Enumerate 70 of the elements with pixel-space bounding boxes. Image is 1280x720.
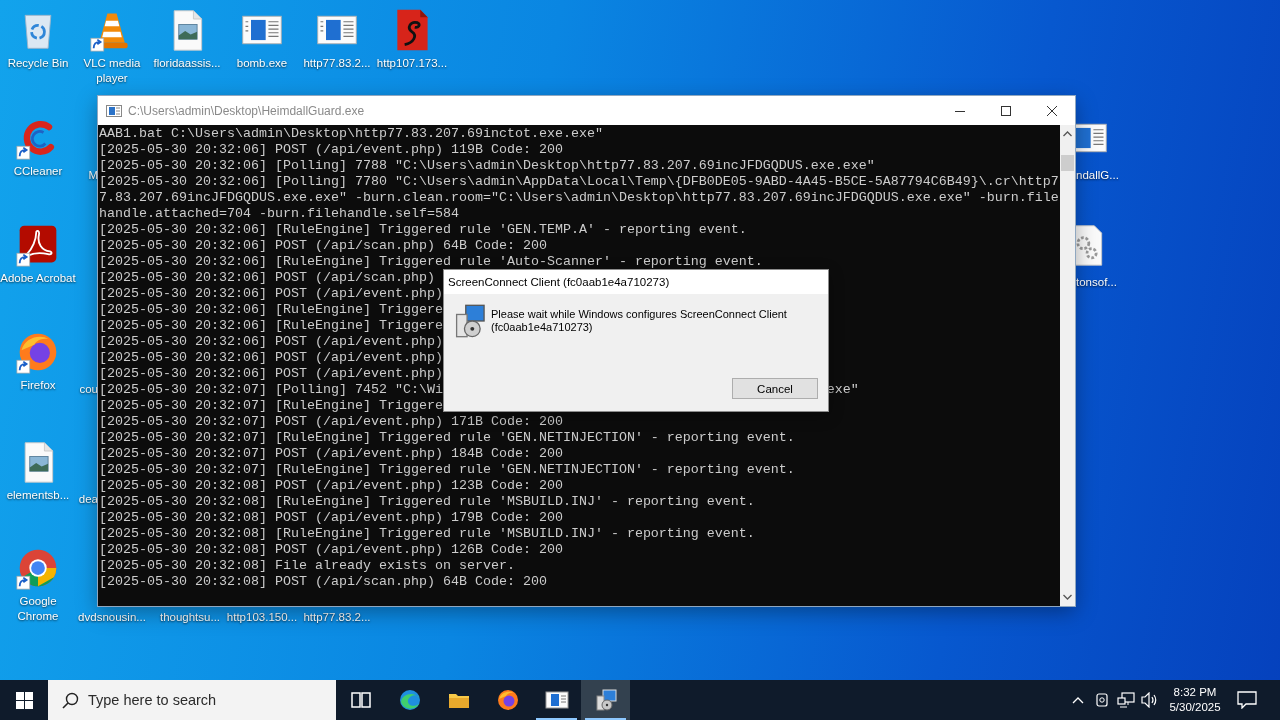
desktop-icon-label: http77.83.2... [303, 610, 371, 625]
desktop-icon-label: VLC media player [82, 56, 142, 86]
dialog-title: ScreenConnect Client (fc0aab1e4a710273) [444, 270, 828, 294]
cancel-button[interactable]: Cancel [732, 378, 818, 399]
app-window-icon [106, 102, 122, 119]
console-line: [2025-05-30 20:32:06] POST (/api/event.php) [99, 366, 443, 382]
console-line: [2025-05-30 20:32:06] POST (/api/event.php) [99, 286, 443, 302]
console-line: [2025-05-30 20:32:06] [RuleEngine] Triggered rule 'GEN.TEMP.A' - reporting event. [99, 222, 747, 238]
console-line: [2025-05-30 20:32:06] POST (/api/event.php) [99, 350, 443, 366]
console-line: [2025-05-30 20:32:08] File already exists on server. [99, 558, 515, 574]
desktop-icon-label: http77.83.2... [303, 56, 371, 71]
scroll-down-icon[interactable] [1063, 594, 1072, 600]
dialog-message: Please wait while Windows configures ScreenConnect Client (fc0aab1e4a710273) [491, 308, 788, 335]
browser-icon [397, 688, 422, 712]
console-line: AAB1.bat C:\Users\admin\Desktop\http77.83.207.69inctot.exe.exe" [99, 126, 603, 142]
console-line: [2025-05-30 20:32:06] POST (/api/event.php) [99, 334, 443, 350]
console-line: [2025-05-30 20:32:06] [RuleEngine] Triggere [99, 318, 443, 334]
windows-logo-icon [15, 691, 33, 709]
search-field[interactable]: Type here to search [48, 680, 336, 720]
installer-icon [593, 688, 618, 712]
desktop-icon-label: Google Chrome [16, 594, 60, 624]
desktop-icon-label: thoughtsu... [159, 610, 221, 625]
app-window-icon [544, 688, 569, 712]
desktop-icon-label: floridaassis... [153, 56, 221, 71]
console-line: [2025-05-30 20:32:06] POST (/api/scan.php) [99, 270, 435, 286]
desktop-icon-label: Firefox [20, 378, 56, 393]
console-line: [2025-05-30 20:32:06] [RuleEngine] Triggere [99, 302, 443, 318]
console-line: [2025-05-30 20:32:06] POST (/api/scan.php) 64B Code: 200 [99, 238, 547, 254]
desktop-icon-label: dea [78, 492, 98, 507]
desktop-icon-label: ndallG... [1076, 168, 1119, 183]
console-line: [2025-05-30 20:32:06] POST (/api/event.php) 119B Code: 200 [99, 142, 563, 158]
desktop-icon-label: Recycle Bin [7, 56, 69, 71]
console-line: [2025-05-30 20:32:06] [Polling] 7780 "C:\Users\admin\AppData\Local\Temp\{DFB0DE05-9ABD-4A45-B5CE-5A87794C6B49}\.cr\http7 [99, 174, 1059, 190]
console-line: [2025-05-30 20:32:06] [RuleEngine] Triggered rule 'Auto-Scanner' - reporting event. [99, 254, 763, 270]
console-line: [2025-05-30 20:32:08] [RuleEngine] Triggered rule 'MSBUILD.INJ' - reporting event. [99, 494, 755, 510]
installer-icon [455, 304, 487, 338]
console-line: [2025-05-30 20:32:07] [Polling] 7452 "C:\Wi [99, 382, 443, 398]
console-line: [2025-05-30 20:32:08] POST (/api/scan.php) 64B Code: 200 [99, 574, 547, 590]
scroll-thumb[interactable] [1061, 155, 1074, 171]
desktop-icon-label: Adobe Acrobat [0, 271, 76, 286]
scroll-up-icon[interactable] [1063, 131, 1072, 137]
console-line: [2025-05-30 20:32:07] [RuleEngine] Triggered rule 'GEN.NETINJECTION' - reporting event. [99, 462, 795, 478]
desktop-icon-label: tonsof... [1076, 275, 1117, 290]
close-icon [1047, 105, 1057, 116]
browser-icon [495, 688, 520, 712]
window-title: C:\Users\admin\Desktop\HeimdallGuard.exe [128, 103, 366, 118]
console-line: [2025-05-30 20:32:08] POST (/api/event.php) 123B Code: 200 [99, 478, 563, 494]
console-line: [2025-05-30 20:32:07] [RuleEngine] Triggere [99, 398, 443, 414]
desktop-icon-label: http107.173... [376, 56, 448, 71]
taskbar-installer-button[interactable] [581, 680, 630, 720]
desktop-icon-label: bomb.exe [236, 56, 288, 71]
console-line: handle.attached=704 -burn.filehandle.self=584 [99, 206, 459, 222]
desktop-icon-label: CCleaner [13, 164, 63, 179]
desktop-icon-label: dvdsnousin... [78, 610, 146, 625]
console-line: [2025-05-30 20:32:08] POST (/api/event.php) 179B Code: 200 [99, 510, 563, 526]
console-line: [2025-05-30 20:32:07] [RuleEngine] Triggered rule 'GEN.NETINJECTION' - reporting event. [99, 430, 795, 446]
console-line: 7.83.207.69incJFDGQDUS.exe.exe" -burn.clean.room="C:\Users\admin\Desktop\http77.83.207.69incJFDGQDUS.exe.exe" -burn.file [99, 190, 1059, 206]
console-line: [2025-05-30 20:32:08] POST (/api/event.php) 126B Code: 200 [99, 542, 563, 558]
console-line: [2025-05-30 20:32:07] POST (/api/event.php) 184B Code: 200 [99, 446, 563, 462]
desktop-icon-label: http103.150... [226, 610, 298, 625]
console-line: [2025-05-30 20:32:07] POST (/api/event.php) 171B Code: 200 [99, 414, 563, 430]
scrollbar[interactable] [1060, 125, 1075, 606]
desktop-icon-label: elementsb... [6, 488, 70, 503]
desktop-icon-label: M [88, 168, 98, 183]
console-line: [2025-05-30 20:32:08] [RuleEngine] Triggered rule 'MSBUILD.INJ' - reporting event. [99, 526, 755, 542]
desktop-icon-label: cou [79, 382, 98, 397]
maximize-icon [1001, 105, 1011, 116]
console-line: [2025-05-30 20:32:06] [Polling] 7788 "C:\Users\admin\Desktop\http77.83.207.69incJFDGQDUS.exe.exe" [99, 158, 875, 174]
search-icon [62, 692, 79, 709]
clock[interactable]: 8:32 PM 5/30/2025 [1162, 680, 1228, 720]
